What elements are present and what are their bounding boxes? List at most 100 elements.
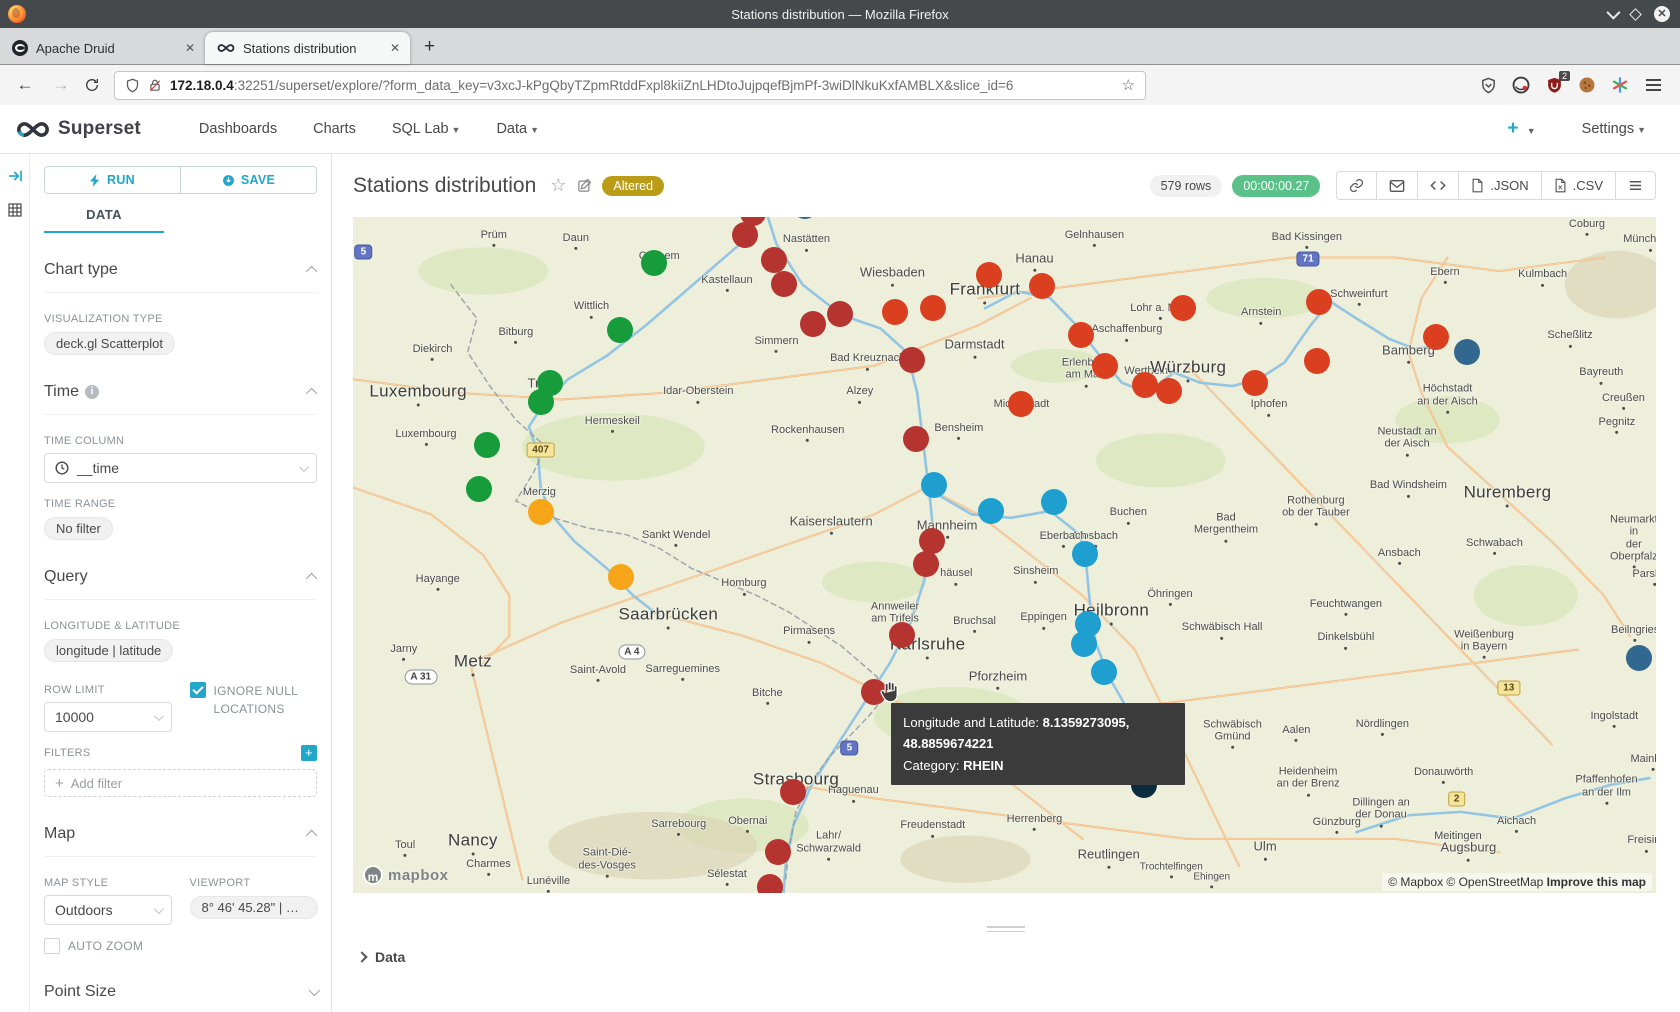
maximize-icon[interactable] bbox=[1629, 8, 1642, 21]
nav-data[interactable]: Data▼ bbox=[496, 121, 539, 137]
map[interactable]: m mapbox © Mapbox © OpenStreetMap Improv… bbox=[353, 217, 1656, 893]
map-point-neckar[interactable] bbox=[921, 472, 947, 498]
section-chart-type[interactable]: Chart type bbox=[44, 261, 317, 293]
insecure-lock-icon[interactable] bbox=[148, 78, 162, 93]
forward-button[interactable]: → bbox=[48, 75, 74, 95]
reload-icon[interactable] bbox=[84, 77, 100, 93]
row-limit-select[interactable]: 10000 bbox=[44, 702, 172, 732]
map-point-main[interactable] bbox=[1008, 391, 1034, 417]
map-point-main[interactable] bbox=[1170, 295, 1196, 321]
map-point-neckar[interactable] bbox=[1072, 541, 1098, 567]
email-button[interactable] bbox=[1376, 172, 1417, 199]
time-column-select[interactable]: __time bbox=[44, 453, 317, 483]
superset-logo[interactable]: Superset bbox=[16, 118, 141, 140]
map-point-main[interactable] bbox=[1304, 348, 1330, 374]
share-link-button[interactable] bbox=[1337, 172, 1376, 199]
nav-charts[interactable]: Charts bbox=[313, 121, 356, 137]
time-range-value[interactable]: No filter bbox=[44, 517, 113, 540]
map-point-main[interactable] bbox=[1092, 353, 1118, 379]
map-point-rhein[interactable] bbox=[889, 622, 915, 648]
map-point-main[interactable] bbox=[920, 295, 946, 321]
map-point-mosel[interactable] bbox=[641, 250, 667, 276]
map-point-main[interactable] bbox=[1068, 322, 1094, 348]
tab-data[interactable]: DATA bbox=[44, 194, 164, 233]
map-point-mosel[interactable] bbox=[607, 317, 633, 343]
ignore-null-checkbox[interactable] bbox=[190, 682, 206, 698]
cookie-icon[interactable] bbox=[1578, 76, 1596, 94]
map-point-mosel[interactable] bbox=[474, 432, 500, 458]
map-point-rhein[interactable] bbox=[765, 839, 791, 865]
tab-stations-distribution[interactable]: Stations distribution ✕ bbox=[205, 32, 410, 64]
section-query[interactable]: Query bbox=[44, 568, 317, 600]
nav-dashboards[interactable]: Dashboards bbox=[199, 121, 277, 137]
map-point-saar[interactable] bbox=[528, 499, 554, 525]
map-point-main[interactable] bbox=[1423, 324, 1449, 350]
colorful-asterisk-icon[interactable] bbox=[1611, 76, 1629, 94]
minimize-icon[interactable] bbox=[1606, 6, 1620, 20]
viewport-value[interactable]: 8° 46' 45.28" | 49... bbox=[190, 896, 318, 919]
lonlat-value[interactable]: longitude | latitude bbox=[44, 639, 173, 662]
map-point-main[interactable] bbox=[1132, 372, 1158, 398]
add-filter-box[interactable]: +Add filter bbox=[44, 769, 317, 797]
embed-code-button[interactable] bbox=[1417, 172, 1458, 199]
map-point-rhein[interactable] bbox=[757, 874, 783, 893]
map-point-main[interactable] bbox=[882, 299, 908, 325]
edit-pencil-icon[interactable] bbox=[577, 178, 592, 193]
dataset-grid-icon[interactable] bbox=[7, 202, 23, 218]
viz-type-value[interactable]: deck.gl Scatterplot bbox=[44, 332, 175, 355]
add-new-button[interactable]: + ▼ bbox=[1507, 118, 1535, 140]
section-point-size[interactable]: Point Size bbox=[44, 983, 317, 1012]
browser-menu-icon[interactable] bbox=[1644, 76, 1662, 94]
map-point-main[interactable] bbox=[1242, 370, 1268, 396]
add-filter-plus-button[interactable]: + bbox=[301, 745, 317, 761]
map-point-main[interactable] bbox=[1156, 378, 1182, 404]
map-point-mosel[interactable] bbox=[466, 476, 492, 502]
panel-resize-handle[interactable] bbox=[987, 923, 1025, 935]
data-panel-toggle[interactable]: Data bbox=[332, 935, 1680, 965]
section-map[interactable]: Map bbox=[44, 825, 317, 857]
map-point-rhein[interactable] bbox=[800, 311, 826, 337]
map-point-neckar[interactable] bbox=[1041, 489, 1067, 515]
improve-map-link[interactable]: Improve this map bbox=[1547, 875, 1646, 889]
map-point-steel[interactable] bbox=[1626, 645, 1652, 671]
map-point-rhein[interactable] bbox=[771, 271, 797, 297]
map-point-steel[interactable] bbox=[1454, 339, 1480, 365]
section-time[interactable]: Timei bbox=[44, 383, 317, 415]
run-button[interactable]: RUN bbox=[45, 167, 181, 193]
shield-icon[interactable] bbox=[125, 78, 140, 93]
favorite-star-icon[interactable]: ☆ bbox=[550, 175, 566, 196]
map-point-neckar[interactable] bbox=[1071, 631, 1097, 657]
save-button[interactable]: SAVE bbox=[181, 167, 316, 193]
auto-zoom-checkbox[interactable] bbox=[44, 938, 60, 954]
map-point-main[interactable] bbox=[976, 262, 1002, 288]
map-point-rhein[interactable] bbox=[903, 426, 929, 452]
map-point-main[interactable] bbox=[1029, 273, 1055, 299]
map-point-neckar[interactable] bbox=[1091, 659, 1117, 685]
map-point-main[interactable] bbox=[1306, 289, 1332, 315]
back-button[interactable]: ← bbox=[12, 75, 38, 95]
mapbox-logo[interactable]: m mapbox bbox=[363, 865, 449, 885]
map-point-saar[interactable] bbox=[608, 564, 634, 590]
new-tab-button[interactable]: + bbox=[424, 36, 435, 64]
privacy-mask-icon[interactable] bbox=[1512, 76, 1530, 94]
map-point-rhein[interactable] bbox=[899, 347, 925, 373]
tab-close-icon[interactable]: ✕ bbox=[185, 41, 195, 55]
tab-close-icon[interactable]: ✕ bbox=[390, 41, 400, 55]
close-window-icon[interactable]: ✕ bbox=[1654, 6, 1670, 22]
ublock-icon[interactable]: 2 bbox=[1545, 76, 1563, 94]
download-json-button[interactable]: .JSON bbox=[1458, 172, 1540, 199]
map-point-rhein[interactable] bbox=[761, 247, 787, 273]
url-bar[interactable]: 172.18.0.4:32251/superset/explore/?form_… bbox=[114, 71, 1146, 100]
map-point-neckar[interactable] bbox=[978, 498, 1004, 524]
pocket-icon[interactable] bbox=[1479, 76, 1497, 94]
osm-attrib[interactable]: © OpenStreetMap bbox=[1446, 875, 1546, 889]
chart-menu-button[interactable] bbox=[1615, 172, 1655, 199]
map-style-select[interactable]: Outdoors bbox=[44, 895, 172, 925]
map-point-mosel[interactable] bbox=[528, 389, 554, 415]
nav-sql-lab[interactable]: SQL Lab▼ bbox=[392, 121, 461, 137]
download-csv-button[interactable]: .CSV bbox=[1541, 172, 1615, 199]
map-point-rhein[interactable] bbox=[780, 779, 806, 805]
bookmark-star-icon[interactable]: ☆ bbox=[1122, 76, 1135, 94]
expand-panel-icon[interactable] bbox=[7, 168, 23, 184]
map-point-rhein[interactable] bbox=[913, 551, 939, 577]
